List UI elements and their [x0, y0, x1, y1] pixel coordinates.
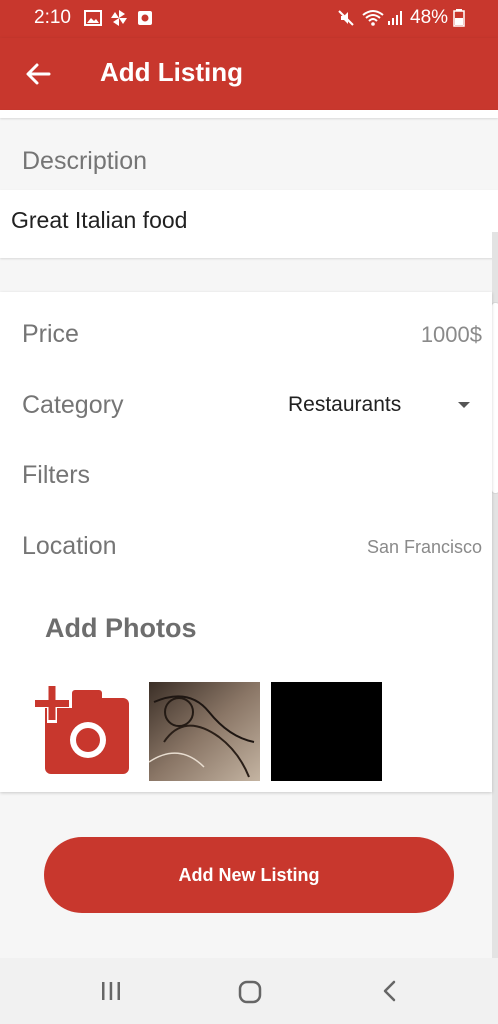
- category-label: Category: [22, 391, 124, 419]
- previous-card-edge: [0, 110, 498, 118]
- add-photos-heading: Add Photos: [45, 613, 197, 643]
- app-icon: [138, 11, 152, 25]
- mute-icon: [338, 10, 354, 26]
- price-value[interactable]: 1000$: [421, 322, 482, 348]
- page-title: Add Listing: [100, 57, 243, 87]
- recent-apps-icon[interactable]: [100, 980, 122, 1002]
- abstract-photo: [149, 682, 260, 781]
- home-icon[interactable]: [238, 980, 262, 1004]
- filters-label[interactable]: Filters: [22, 461, 90, 490]
- category-select[interactable]: Restaurants: [288, 393, 401, 417]
- price-label: Price: [22, 320, 79, 348]
- location-label: Location: [22, 532, 117, 560]
- battery-icon: [453, 9, 465, 27]
- status-time: 2:10: [34, 7, 71, 28]
- wifi-icon: [362, 10, 384, 26]
- system-nav-bar: [0, 958, 498, 1024]
- description-label: Description: [22, 147, 148, 175]
- pinwheel-icon: [111, 10, 127, 26]
- dropdown-arrow-icon[interactable]: [458, 402, 470, 408]
- description-field[interactable]: Great Italian food: [0, 190, 498, 258]
- photo-thumbnail[interactable]: [149, 682, 260, 781]
- status-bar: 2:10 48%: [0, 0, 498, 38]
- back-icon[interactable]: [380, 980, 400, 1002]
- image-icon: [84, 10, 102, 26]
- battery-percent: 48%: [410, 7, 449, 28]
- signal-icon: [388, 11, 402, 25]
- add-new-listing-button[interactable]: Add New Listing: [44, 837, 454, 913]
- description-value: Great Italian food: [11, 207, 188, 233]
- add-a-photo-icon[interactable]: [32, 686, 132, 776]
- location-value[interactable]: San Francisco: [367, 537, 482, 558]
- arrow-back-icon[interactable]: [24, 60, 52, 88]
- scrollbar-thumb[interactable]: [491, 302, 498, 494]
- app-bar: Add Listing: [0, 38, 498, 110]
- photo-thumbnail[interactable]: [271, 682, 382, 781]
